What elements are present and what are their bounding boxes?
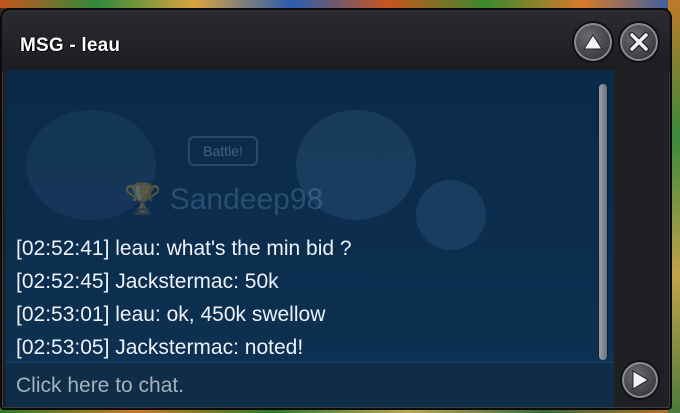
close-x-icon [629, 32, 649, 52]
send-button[interactable] [620, 360, 660, 400]
chat-log: Battle! 🏆 Sandeep98 [02:52:41] leau: wha… [6, 70, 614, 366]
close-button[interactable] [618, 21, 660, 63]
ghost-username: 🏆 Sandeep98 [124, 183, 324, 216]
ghost-battle-badge: Battle! [188, 136, 258, 166]
message-list: [02:52:41] leau: what's the min bid ? [0… [16, 232, 594, 364]
chat-scrollbar[interactable] [598, 84, 608, 360]
scrollbar-thumb[interactable] [599, 84, 607, 360]
message-window: MSG - leau Battle! 🏆 Sandeep98 [02:52:41… [0, 8, 672, 410]
chat-message: [02:53:01] leau: ok, 450k swellow [16, 303, 326, 326]
chat-message: [02:53:05] Jackstermac: noted! [16, 336, 304, 359]
window-title: MSG - leau [20, 35, 121, 56]
chat-input[interactable] [14, 369, 608, 403]
scroll-up-button[interactable] [572, 21, 614, 63]
triangle-up-icon [583, 34, 603, 50]
ghost-username-text: Sandeep98 [169, 183, 324, 216]
chat-input-bar [6, 362, 614, 407]
side-frame [614, 70, 668, 362]
chat-message: [02:52:41] leau: what's the min bid ? [16, 237, 352, 260]
triangle-right-icon [632, 370, 649, 390]
chat-message: [02:52:45] Jackstermac: 50k [16, 270, 279, 293]
title-bar[interactable]: MSG - leau [2, 10, 670, 72]
